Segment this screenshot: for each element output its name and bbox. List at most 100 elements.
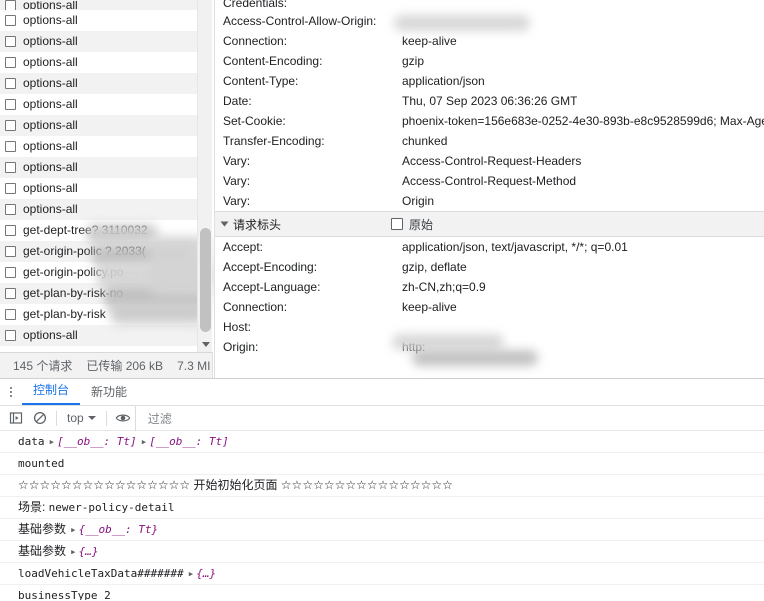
checkbox-icon[interactable] bbox=[5, 57, 16, 68]
log-object[interactable]: [__ob__: Tt] bbox=[57, 435, 136, 448]
request-name: options-all bbox=[23, 97, 78, 111]
request-row[interactable]: options-all bbox=[0, 0, 197, 10]
header-row: Accept-Language: zh-CN,zh;q=0.9 bbox=[215, 277, 764, 297]
checkbox-icon[interactable] bbox=[5, 183, 16, 194]
expand-triangle-icon[interactable]: ▸ bbox=[70, 545, 77, 558]
request-row[interactable]: options-all bbox=[0, 136, 197, 157]
console-log-line[interactable]: ☆☆☆☆☆☆☆☆☆☆☆☆☆☆☆☆ 开始初始化页面 ☆☆☆☆☆☆☆☆☆☆☆☆☆☆☆… bbox=[0, 475, 764, 497]
console-filter-input[interactable]: 过滤 bbox=[134, 405, 764, 431]
log-stars-right: ☆☆☆☆☆☆☆☆☆☆☆☆☆☆☆☆ bbox=[280, 478, 453, 492]
section-label: 请求标头 bbox=[233, 217, 282, 232]
request-row[interactable]: get-plan-by-risk bbox=[0, 304, 197, 325]
console-log-line[interactable]: data ▸ [__ob__: Tt] ▸ [__ob__: Tt] bbox=[0, 431, 764, 453]
request-row[interactable]: options-all bbox=[0, 94, 197, 115]
checkbox-icon[interactable] bbox=[5, 204, 16, 215]
header-row: Credentials: bbox=[215, 0, 764, 11]
request-row[interactable]: options-all bbox=[0, 31, 197, 52]
request-row[interactable]: options-all bbox=[0, 178, 197, 199]
scrollbar-thumb[interactable] bbox=[200, 228, 211, 332]
expand-triangle-icon[interactable]: ▸ bbox=[141, 435, 148, 448]
request-row[interactable]: get-origin-policy.po bbox=[0, 262, 197, 283]
request-list[interactable]: options-all options-all options-all options… bbox=[0, 0, 198, 352]
request-list-scrollbar[interactable] bbox=[197, 0, 212, 352]
expand-triangle-icon[interactable]: ▸ bbox=[188, 567, 195, 580]
checkbox-icon[interactable] bbox=[5, 330, 16, 341]
console-log-line[interactable]: businessType 2 bbox=[0, 585, 764, 600]
console-log-output[interactable]: data ▸ [__ob__: Tt] ▸ [__ob__: Tt] mounted ☆☆☆… bbox=[0, 431, 764, 600]
checkbox-icon[interactable] bbox=[5, 162, 16, 173]
header-key: Origin: bbox=[223, 340, 259, 354]
tab-console[interactable]: 控制台 bbox=[22, 378, 81, 405]
tab-whats-new[interactable]: 新功能 bbox=[80, 379, 138, 405]
checkbox-icon[interactable] bbox=[5, 246, 16, 257]
console-log-line[interactable]: 基础参数 ▸ {…} bbox=[0, 541, 764, 563]
raw-toggle[interactable]: 原始 bbox=[391, 216, 433, 233]
clear-console-icon[interactable] bbox=[28, 407, 52, 429]
request-name: get-plan-by-risk bbox=[23, 307, 106, 321]
log-object[interactable]: {…} bbox=[79, 545, 99, 558]
header-key: Accept-Language: bbox=[223, 280, 321, 294]
checkbox-icon[interactable] bbox=[5, 36, 16, 47]
execution-sidebar-icon[interactable] bbox=[4, 407, 28, 429]
request-row[interactable]: get-origin-polic ? 2033( bbox=[0, 241, 197, 262]
checkbox-icon[interactable] bbox=[5, 309, 16, 320]
more-options-icon[interactable] bbox=[0, 378, 22, 405]
header-key: Connection: bbox=[223, 300, 288, 314]
request-row[interactable]: options-all bbox=[0, 52, 197, 73]
expand-triangle-icon[interactable]: ▸ bbox=[70, 523, 77, 536]
header-value: application/json bbox=[402, 74, 485, 88]
header-key: Host: bbox=[223, 320, 252, 334]
checkbox-icon[interactable] bbox=[5, 267, 16, 278]
live-expression-eye-icon[interactable] bbox=[111, 407, 135, 429]
request-headers-section-title[interactable]: 请求标头 原始 bbox=[215, 211, 764, 237]
checkbox-icon[interactable] bbox=[5, 120, 16, 131]
headers-panel: Credentials: Access-Control-Allow-Origin:… bbox=[214, 0, 764, 378]
header-row: Vary: Origin bbox=[215, 191, 764, 211]
log-label: loadVehicleTaxData####### bbox=[18, 567, 184, 580]
toolbar-divider bbox=[105, 410, 107, 426]
checkbox-icon[interactable] bbox=[391, 218, 404, 230]
request-name: options-all bbox=[23, 13, 78, 27]
chevron-down-icon bbox=[220, 221, 229, 227]
log-label: 场景: bbox=[18, 500, 49, 514]
request-name: get-dept-tree? 3110032 bbox=[23, 223, 148, 237]
request-row[interactable]: options-all bbox=[0, 115, 197, 136]
console-log-line[interactable]: mounted bbox=[0, 453, 764, 475]
expand-triangle-icon[interactable]: ▸ bbox=[49, 435, 56, 448]
checkbox-icon[interactable] bbox=[5, 78, 16, 89]
log-object[interactable]: {…} bbox=[196, 567, 216, 580]
console-log-line[interactable]: 场景: newer-policy-detail bbox=[0, 497, 764, 519]
console-drawer: 控制台 新功能 top 过滤 data ▸ [__ob__: Tt] ▸ [__… bbox=[0, 378, 764, 601]
request-row[interactable]: options-all bbox=[0, 10, 197, 31]
scrollbar-down-arrow[interactable] bbox=[198, 336, 213, 352]
checkbox-icon[interactable] bbox=[5, 0, 16, 10]
request-name: get-origin-polic ? 2033( bbox=[23, 244, 146, 258]
request-row[interactable]: options-all bbox=[0, 157, 197, 178]
log-value: newer-policy-detail bbox=[48, 501, 175, 514]
header-key: Set-Cookie: bbox=[223, 114, 286, 128]
request-row[interactable]: get-plan-by-risk-no bbox=[0, 283, 197, 304]
header-value: keep-alive bbox=[402, 34, 457, 48]
request-row[interactable]: options-all bbox=[0, 325, 197, 346]
console-log-line[interactable]: 基础参数 ▸ {__ob__: Tt} bbox=[0, 519, 764, 541]
request-row[interactable]: get-dept-tree? 3110032 bbox=[0, 220, 197, 241]
checkbox-icon[interactable] bbox=[5, 99, 16, 110]
header-key: Vary: bbox=[223, 174, 251, 188]
header-row: Access-Control-Allow-Origin: bbox=[215, 11, 764, 31]
request-row[interactable]: options-all bbox=[0, 73, 197, 94]
header-row: Origin: http: bbox=[215, 337, 764, 357]
header-row: Connection: keep-alive bbox=[215, 297, 764, 317]
log-object[interactable]: [__ob__: Tt] bbox=[149, 435, 228, 448]
execution-context-selector[interactable]: top bbox=[61, 411, 102, 425]
header-row: Content-Encoding: gzip bbox=[215, 51, 764, 71]
console-log-line[interactable]: loadVehicleTaxData####### ▸ {…} bbox=[0, 563, 764, 585]
checkbox-icon[interactable] bbox=[5, 288, 16, 299]
checkbox-icon[interactable] bbox=[5, 225, 16, 236]
log-object[interactable]: {__ob__: Tt} bbox=[79, 523, 158, 536]
checkbox-icon[interactable] bbox=[5, 15, 16, 26]
header-key: Content-Encoding: bbox=[223, 54, 323, 68]
header-value: keep-alive bbox=[402, 300, 457, 314]
checkbox-icon[interactable] bbox=[5, 141, 16, 152]
request-name: options-all bbox=[23, 328, 78, 342]
request-row[interactable]: options-all bbox=[0, 199, 197, 220]
